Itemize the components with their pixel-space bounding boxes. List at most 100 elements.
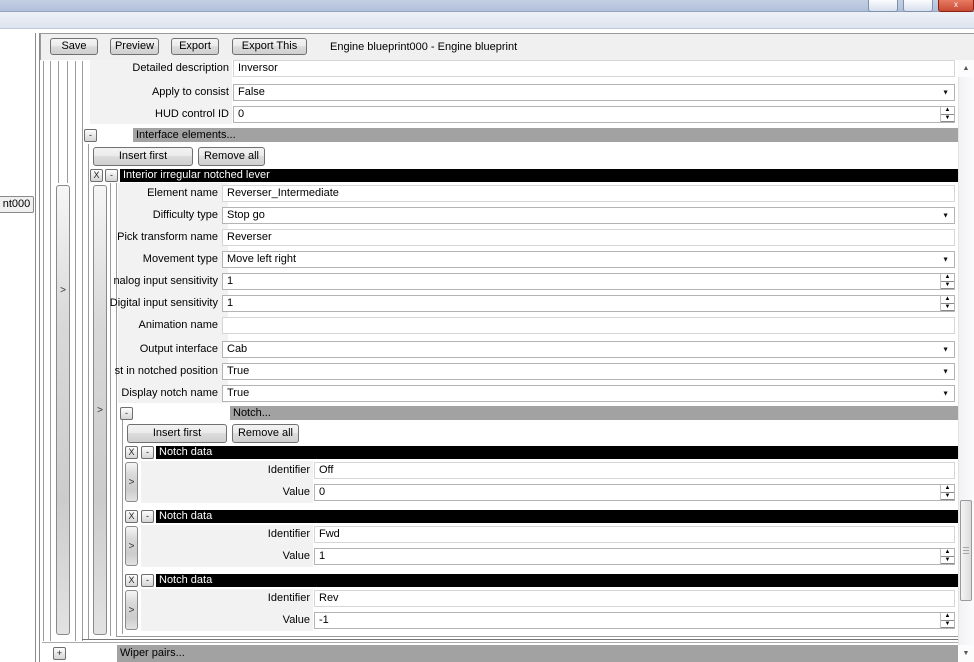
spin-up-icon[interactable]: ▲ [941,107,954,115]
scroll-down-icon[interactable]: ▼ [958,645,974,662]
delete-item-button[interactable]: X [125,446,138,459]
notch-identifier-field[interactable]: Off [314,462,955,479]
group-border [82,61,83,641]
spin-control: ▲▼ [940,485,954,500]
spin-up-icon[interactable]: ▲ [941,485,954,493]
element-name-field[interactable]: Reverser_Intermediate [222,185,955,202]
notch-value-spinner[interactable]: 1 ▲▼ [314,548,955,565]
maximize-button[interactable] [903,0,933,12]
export-this-button[interactable]: Export This [232,38,307,55]
delete-item-button[interactable]: X [125,574,138,587]
digital-input-sensitivity-spinner[interactable]: 1 ▲▼ [222,295,955,312]
notch-expander-handle[interactable]: > [125,590,138,630]
sidebar-item-blueprint[interactable]: nt000 [0,196,34,213]
display-notch-name-dropdown[interactable]: True▼ [222,385,955,402]
spinner-value: 1 [319,550,325,562]
detailed-description-field[interactable]: Inversor [233,60,955,77]
collapse-button[interactable]: - [105,169,118,182]
notch-value-spinner[interactable]: 0 ▲▼ [314,484,955,501]
close-button[interactable]: x [938,0,974,12]
field-label: Value [283,484,310,501]
spin-up-icon[interactable]: ▲ [941,549,954,557]
minimize-button[interactable] [868,0,898,12]
spin-down-icon[interactable]: ▼ [941,493,954,501]
remove-all-button[interactable]: Remove all [198,147,265,166]
spin-up-icon[interactable]: ▲ [941,296,954,304]
close-icon: x [954,0,958,9]
chevron-down-icon[interactable]: ▼ [942,346,949,353]
spin-up-icon[interactable]: ▲ [941,613,954,621]
spin-down-icon[interactable]: ▼ [941,557,954,565]
hud-control-id-spinner[interactable]: 0 ▲▼ [233,106,955,123]
chevron-down-icon[interactable]: ▼ [942,256,949,263]
collapse-button[interactable]: - [141,510,154,523]
scrollbar-thumb[interactable] [960,500,972,601]
group-border-bottom [82,639,958,640]
left-panel-border [35,33,36,662]
field-label: Value [283,548,310,565]
chevron-down-icon[interactable]: ▼ [942,368,949,375]
group-border [122,420,123,634]
dropdown-value: False [238,86,265,98]
scroll-up-icon[interactable]: ▲ [958,60,974,77]
rest-in-notched-position-dropdown[interactable]: True ▼ [222,363,955,380]
spin-control: ▲▼ [940,296,954,311]
difficulty-type-dropdown[interactable]: Stop go▼ [222,207,955,224]
notch-identifier-field[interactable]: Rev [314,590,955,607]
field-label: st in notched position [115,363,218,380]
group-border [67,61,68,183]
analog-input-sensitivity-spinner[interactable]: 1 ▲▼ [222,273,955,290]
dropdown-value: Move left right [227,253,296,265]
remove-all-button[interactable]: Remove all [232,424,299,443]
sidebar-item-label: nt000 [3,198,31,210]
group-border [75,61,76,641]
spin-up-icon[interactable]: ▲ [941,274,954,282]
chevron-right-icon: > [126,606,137,616]
expand-button[interactable]: + [53,647,66,660]
collapse-button[interactable]: - [120,407,133,420]
pick-transform-name-field[interactable]: Reverser [222,229,955,246]
spin-control: ▲▼ [940,274,954,289]
output-interface-dropdown[interactable]: Cab▼ [222,341,955,358]
animation-name-field[interactable] [222,317,955,334]
delete-item-button[interactable]: X [90,169,103,182]
collapse-button[interactable]: - [141,574,154,587]
field-label: Identifier [268,590,310,607]
notch-expander-handle[interactable]: > [125,462,138,502]
section-header-wiper-pairs: Wiper pairs... [117,645,958,662]
section-header-interface-elements: Interface elements... [133,128,958,142]
apply-to-consist-dropdown[interactable]: False ▼ [233,84,955,101]
group-border [50,61,51,641]
save-button[interactable]: Save [50,38,98,55]
notch-identifier-field[interactable]: Fwd [314,526,955,543]
spin-down-icon[interactable]: ▼ [941,282,954,290]
notch-expander-handle[interactable]: > [125,526,138,566]
insert-first-button[interactable]: Insert first [127,424,227,443]
field-label: nalog input sensitivity [113,273,218,290]
export-button[interactable]: Export [171,38,219,55]
field-label: Identifier [268,526,310,543]
chevron-down-icon[interactable]: ▼ [942,212,949,219]
dropdown-value: True [227,365,249,377]
notch-value-spinner[interactable]: -1 ▲▼ [314,612,955,629]
collapse-button[interactable]: - [84,129,97,142]
spinner-value: 1 [227,275,233,287]
spin-down-icon[interactable]: ▼ [941,115,954,123]
collapse-button[interactable]: - [141,446,154,459]
chevron-down-icon[interactable]: ▼ [942,390,949,397]
field-label: Detailed description [132,60,229,77]
section-expander-handle[interactable]: > [56,185,70,635]
spinner-value: 0 [238,108,244,120]
chevron-right-icon: > [57,286,69,296]
movement-type-dropdown[interactable]: Move left right ▼ [222,251,955,268]
chevron-down-icon[interactable]: ▼ [942,89,949,96]
preview-button[interactable]: Preview [110,38,159,55]
insert-first-button[interactable]: Insert first [93,147,193,166]
lever-expander-handle[interactable]: > [93,185,107,635]
spin-down-icon[interactable]: ▼ [941,621,954,629]
field-label: Animation name [139,317,219,334]
spin-down-icon[interactable]: ▼ [941,304,954,312]
delete-item-button[interactable]: X [125,510,138,523]
spinner-value: 1 [227,297,233,309]
field-label: Output interface [140,341,218,358]
